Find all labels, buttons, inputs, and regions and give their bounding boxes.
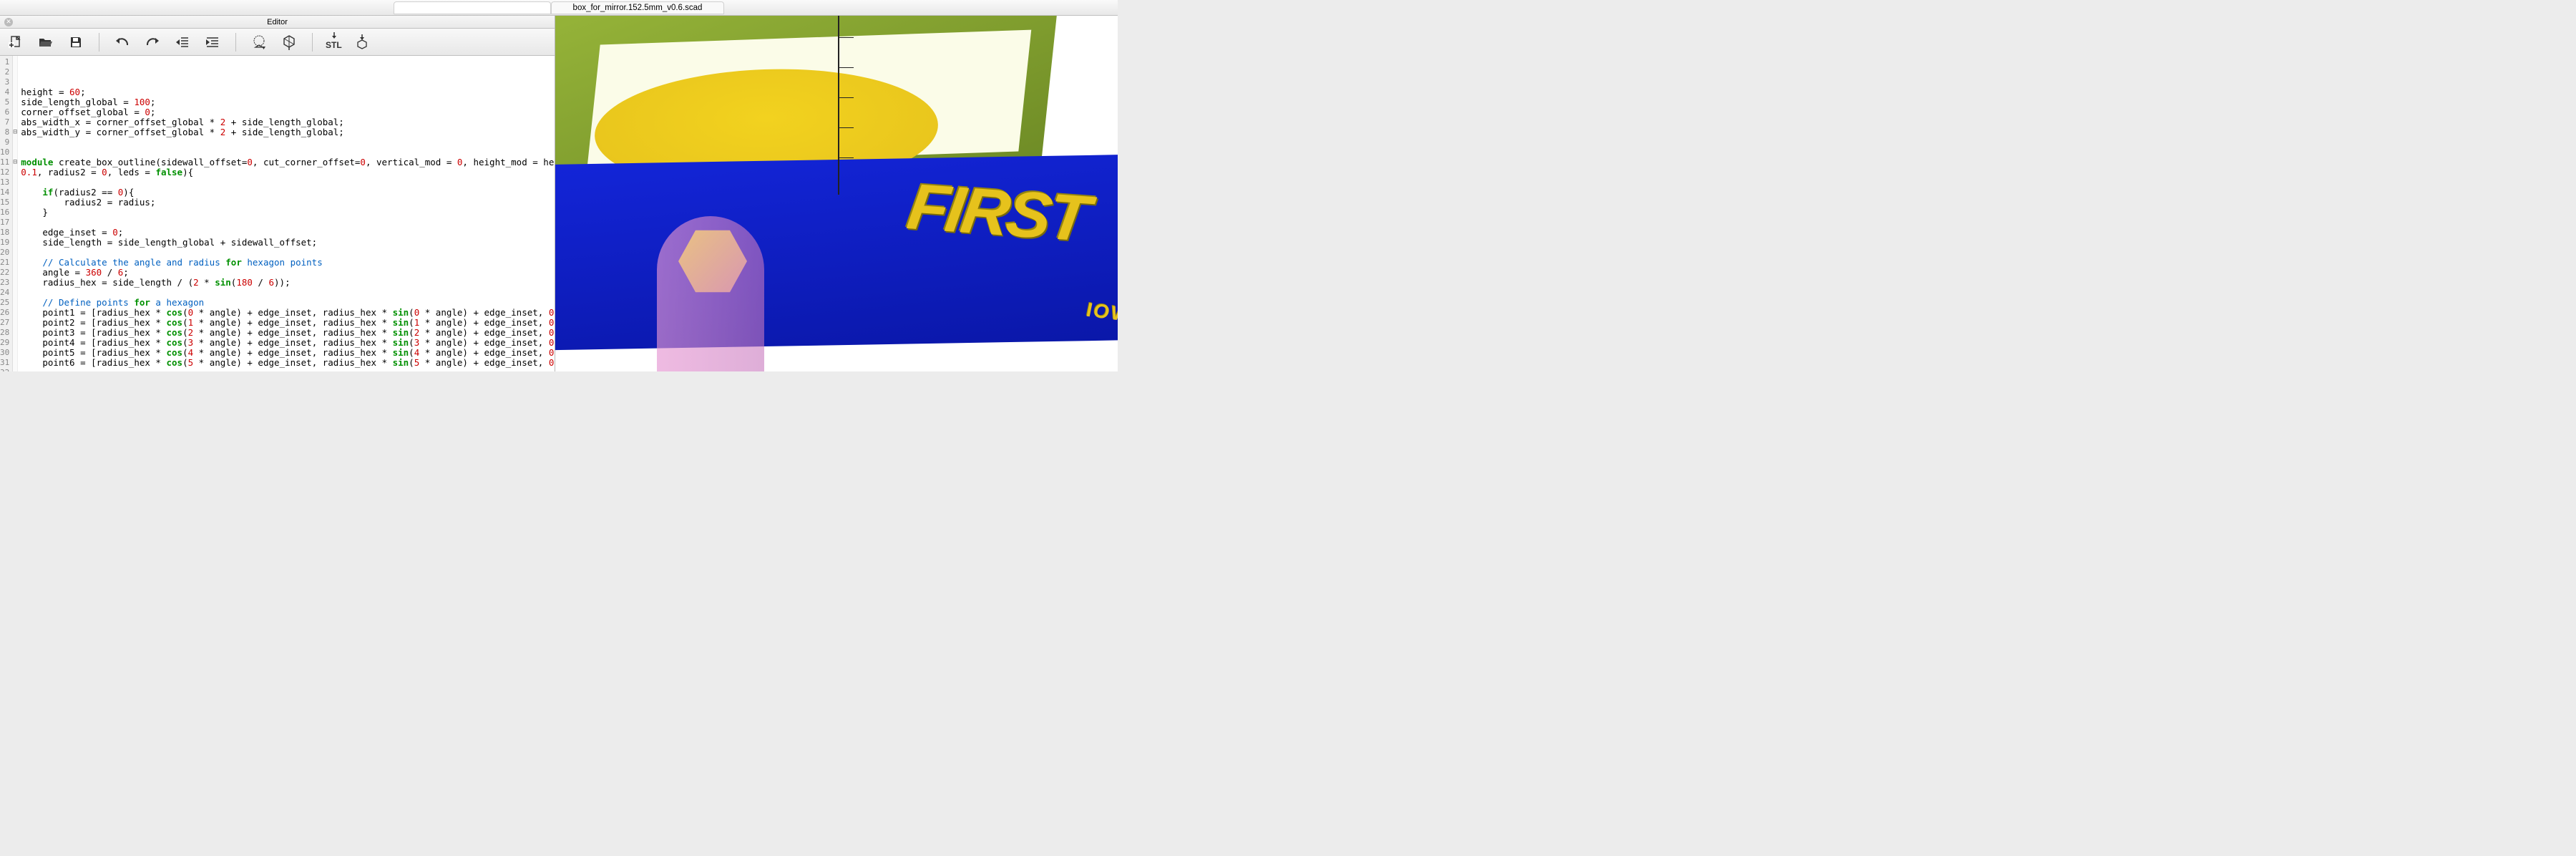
render-button[interactable] [279,32,299,52]
open-file-button[interactable] [36,32,56,52]
undo-button[interactable] [112,32,132,52]
toolbar-sep [235,33,236,52]
save-file-button[interactable] [66,32,86,52]
new-file-button[interactable] [6,32,26,52]
window-titlebar: box_for_mirror.152.5mm_v0.6.scad [0,0,1118,16]
render-viewport[interactable]: FIRST IOWA [555,16,1118,371]
fold-gutter[interactable]: ⊟ ⊟ [13,56,18,371]
scene-3d: FIRST IOWA [555,16,1118,371]
tab-inactive[interactable] [394,1,551,14]
redo-button[interactable] [142,32,162,52]
editor-panel-title: ✕ Editor [0,16,555,29]
code-editor[interactable]: 1234567891011121314151617181920212223242… [0,56,555,371]
close-panel-icon[interactable]: ✕ [4,18,13,26]
preview-button[interactable] [249,32,269,52]
unindent-button[interactable] [172,32,192,52]
editor-label: Editor [267,18,288,26]
tab-active[interactable]: box_for_mirror.152.5mm_v0.6.scad [551,1,725,14]
z-axis [838,16,839,195]
editor-panel: ✕ Editor STL 123456789101112131415161718… [0,16,555,371]
send-printer-button[interactable] [352,32,372,52]
toolbar-sep [312,33,313,52]
line-gutter: 1234567891011121314151617181920212223242… [0,56,13,371]
indent-button[interactable] [203,32,223,52]
editor-toolbar: STL [0,29,555,56]
export-stl-button[interactable]: STL [326,32,342,52]
code-content[interactable]: ↩ height = 60;side_length_global = 100;c… [18,56,555,371]
